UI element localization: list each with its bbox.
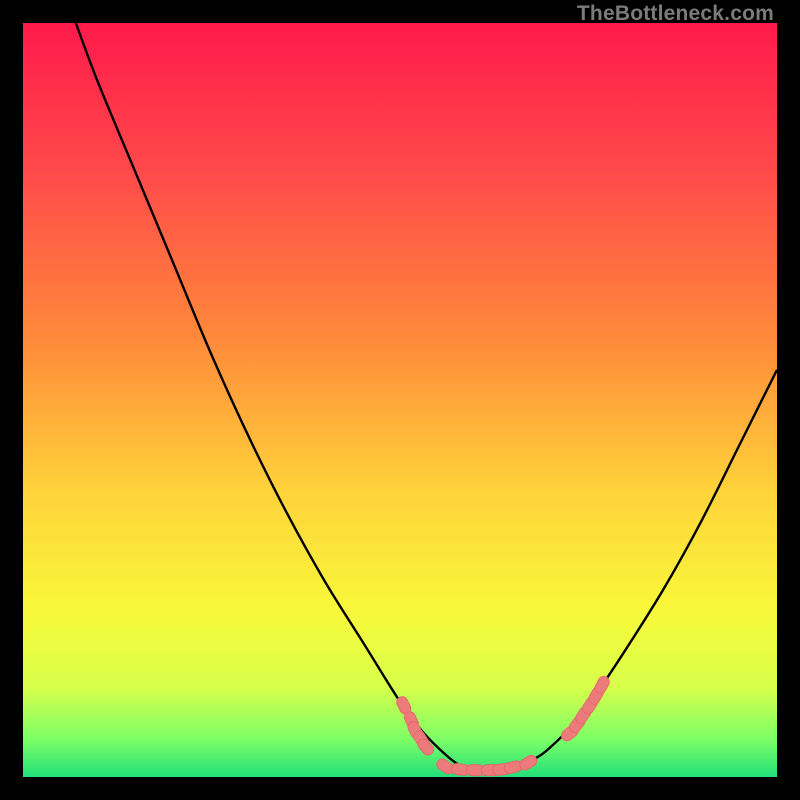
chart-plot-area — [23, 23, 777, 777]
outer-frame: TheBottleneck.com — [0, 0, 800, 800]
gradient-background — [23, 23, 777, 777]
chart-svg — [23, 23, 777, 777]
